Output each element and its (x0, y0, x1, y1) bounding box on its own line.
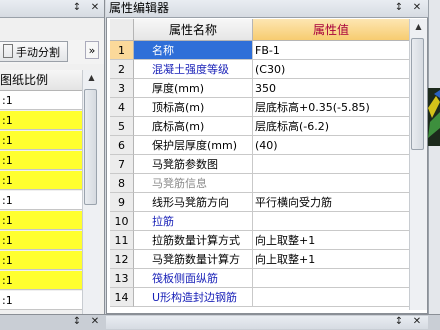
property-row[interactable]: 12 马凳筋数量计算方 向上取整+1 (110, 250, 409, 269)
close-icon[interactable]: ✕ (410, 1, 424, 15)
property-value-cell[interactable]: (C30) (253, 60, 409, 79)
property-row[interactable]: 10 拉筋 (110, 212, 409, 231)
drawing-list-scroll-thumb[interactable] (84, 89, 97, 205)
property-row-index: 9 (110, 193, 134, 212)
property-value-cell[interactable]: 平行横向受力筋 (253, 193, 409, 212)
property-name-cell[interactable]: 拉筋 (134, 212, 253, 231)
drawing-scale-column-header[interactable]: 图纸比例 (0, 70, 82, 91)
property-row-index: 8 (110, 174, 134, 193)
property-value-cell[interactable] (253, 155, 409, 174)
property-row[interactable]: 11 拉筋数量计算方式 向上取整+1 (110, 231, 409, 250)
scroll-up-icon[interactable]: ▲ (410, 19, 427, 35)
property-value-cell[interactable]: 层底标高(-6.2) (253, 117, 409, 136)
property-row-index: 5 (110, 117, 134, 136)
property-row[interactable]: 13 筏板侧面纵筋 (110, 269, 409, 288)
drawing-scale-row[interactable]: :1 (0, 91, 82, 110)
pin-icon[interactable]: ↕ (70, 1, 84, 15)
property-row[interactable]: 7 马凳筋参数图 (110, 155, 409, 174)
property-row-index: 13 (110, 269, 134, 288)
drawing-scale-row[interactable]: :1 (0, 251, 82, 270)
property-grid-scroll-thumb[interactable] (411, 38, 424, 150)
bottom-panel-titlebar (106, 316, 428, 329)
property-name-cell[interactable]: 筏板侧面纵筋 (134, 269, 253, 288)
property-name-column-header[interactable]: 属性名称 (134, 19, 253, 41)
property-name-cell[interactable]: 顶标高(m) (134, 98, 253, 117)
close-icon[interactable]: ✕ (88, 315, 102, 329)
drawing-scale-row[interactable]: :1 (0, 111, 82, 130)
property-row[interactable]: 2 混凝土强度等级 (C30) (110, 60, 409, 79)
property-name-cell[interactable]: 马凳筋参数图 (134, 155, 253, 174)
property-row-index: 6 (110, 136, 134, 155)
property-value-cell[interactable]: 向上取整+1 (253, 250, 409, 269)
pin-icon[interactable]: ↕ (70, 315, 84, 329)
property-value-column-header[interactable]: 属性值 (253, 19, 409, 41)
property-row[interactable]: 8 马凳筋信息 (110, 174, 409, 193)
scroll-up-icon[interactable]: ▲ (83, 70, 100, 86)
property-value-cell[interactable]: 向上取整+1 (253, 231, 409, 250)
3d-viewport-preview[interactable] (428, 88, 440, 146)
property-value-cell[interactable] (253, 288, 409, 307)
property-name-cell[interactable]: 底标高(m) (134, 117, 253, 136)
property-name-cell[interactable]: 名称 (134, 41, 253, 60)
property-value-cell[interactable] (253, 212, 409, 231)
property-row[interactable]: 1 名称 FB-1 (110, 41, 409, 60)
property-name-cell[interactable]: 马凳筋数量计算方 (134, 250, 253, 269)
property-row-index: 1 (110, 41, 134, 60)
property-name-cell[interactable]: U形构造封边钢筋 (134, 288, 253, 307)
property-row[interactable]: 4 顶标高(m) 层底标高+0.35(-5.85) (110, 98, 409, 117)
property-row[interactable]: 6 保护层厚度(mm) (40) (110, 136, 409, 155)
manual-split-label: 手动分割 (16, 46, 60, 59)
viewport-edge (428, 0, 440, 314)
property-editor-title: 属性编辑器 (109, 1, 170, 15)
property-row[interactable]: 3 厚度(mm) 350 (110, 79, 409, 98)
drawing-scale-row[interactable]: :1 (0, 171, 82, 190)
drawing-scale-row[interactable]: :1 (0, 211, 82, 230)
grid-corner-header (110, 19, 134, 41)
property-name-cell[interactable]: 马凳筋信息 (134, 174, 253, 193)
property-value-cell[interactable]: 层底标高+0.35(-5.85) (253, 98, 409, 117)
property-value-cell[interactable] (253, 269, 409, 288)
pin-icon[interactable]: ↕ (392, 1, 406, 15)
drawing-scale-row[interactable]: :1 (0, 131, 82, 150)
model-preview-icon (428, 88, 440, 146)
drawing-scale-row[interactable]: :1 (0, 271, 82, 290)
property-value-cell[interactable]: 350 (253, 79, 409, 98)
property-value-cell[interactable] (253, 174, 409, 193)
property-row-index: 11 (110, 231, 134, 250)
property-row-index: 4 (110, 98, 134, 117)
property-name-cell[interactable]: 拉筋数量计算方式 (134, 231, 253, 250)
property-name-cell[interactable]: 混凝土强度等级 (134, 60, 253, 79)
property-row-index: 7 (110, 155, 134, 174)
drawing-scale-row[interactable]: :1 (0, 191, 82, 210)
drawing-scale-row[interactable]: :1 (0, 291, 82, 310)
property-name-cell[interactable]: 保护层厚度(mm) (134, 136, 253, 155)
property-value-cell[interactable]: FB-1 (253, 41, 409, 60)
drawing-scale-row[interactable]: :1 (0, 231, 82, 250)
drawing-scale-row[interactable]: :1 (0, 151, 82, 170)
toolbar-overflow-button[interactable]: » (85, 41, 99, 59)
manual-split-button[interactable]: 手动分割 (0, 41, 68, 62)
property-row[interactable]: 5 底标高(m) 层底标高(-6.2) (110, 117, 409, 136)
property-name-cell[interactable]: 线形马凳筋方向 (134, 193, 253, 212)
close-icon[interactable]: ✕ (410, 315, 424, 329)
split-icon (3, 44, 13, 58)
property-row[interactable]: 9 线形马凳筋方向 平行横向受力筋 (110, 193, 409, 212)
property-row[interactable]: 14 U形构造封边钢筋 (110, 288, 409, 307)
property-row-index: 10 (110, 212, 134, 231)
property-name-cell[interactable]: 厚度(mm) (134, 79, 253, 98)
property-value-cell[interactable]: (40) (253, 136, 409, 155)
property-row-index: 14 (110, 288, 134, 307)
property-row-index: 12 (110, 250, 134, 269)
property-row-index: 3 (110, 79, 134, 98)
pin-icon[interactable]: ↕ (392, 315, 406, 329)
close-icon[interactable]: ✕ (88, 1, 102, 15)
property-row-index: 2 (110, 60, 134, 79)
property-editor-titlebar: 属性编辑器 (106, 0, 428, 18)
